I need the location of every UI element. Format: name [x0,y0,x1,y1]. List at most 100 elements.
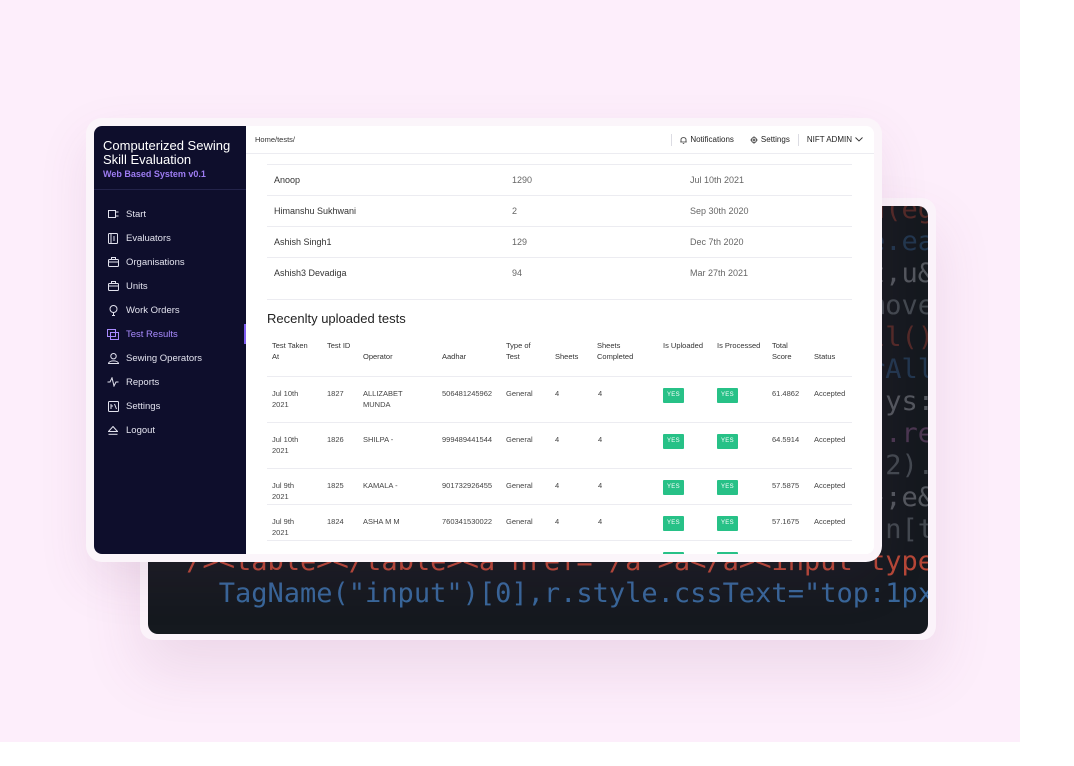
start-icon [107,208,119,220]
sidebar-item-label: Test Results [126,328,178,340]
test-results-icon [107,328,119,340]
sidebar-item-settings[interactable]: Settings [94,394,246,418]
column-header[interactable]: Is Processed [717,340,761,351]
cell-id: 1823 [327,552,344,554]
cell-type: General [506,552,533,554]
cell-status: Accepted [814,552,845,554]
cell-operator: SHILPA - [363,435,394,444]
sidebar-item-reports[interactable]: Reports [94,370,246,394]
cell-completed: 4 [598,552,602,554]
status-badge: YES [717,388,738,403]
cell-processed: YES [717,388,738,403]
column-header[interactable]: Is Uploaded [663,340,705,351]
cell-completed: 4 [598,517,603,526]
sidebar: Computerized Sewing Skill Evaluation Web… [94,126,246,554]
cell-count: 129 [512,237,528,247]
code-line: TagName("input")[0],r.style.cssText="top… [218,578,928,609]
settings-icon [107,400,119,412]
cell-count: 1290 [512,175,533,185]
table-row[interactable]: Jul 10th 2021 1826 SHILPA - 999489441544 Gen… [267,422,852,469]
user-name: NIFT ADMIN [806,135,852,144]
sidebar-item-test-results[interactable]: Test Results [94,322,246,346]
sidebar-item-label: Sewing Operators [126,352,203,364]
gear-icon [750,135,758,144]
cell-type: General [506,389,533,398]
main-content: Anoop 1290 Jul 10th 2021 Himanshu Sukhwa… [246,154,874,554]
cell-date: Dec 7th 2020 [690,237,744,247]
brand-subtitle: Web Based System v0.1 [103,169,206,179]
cell-name: Ashish Singh1 [274,237,332,247]
cell-processed: YES [717,434,738,449]
cell-sheets: 4 [555,517,560,526]
cell-date: Jul 10th 2021 [272,389,299,409]
sidebar-item-work-orders[interactable]: Work Orders [94,298,246,322]
settings-button[interactable]: Settings [742,135,798,144]
column-header[interactable]: Sheets [555,351,578,362]
table-row[interactable]: Ashish3 Devadiga 94 Mar 27th 2021 [267,258,852,288]
sidebar-nav: Start Evaluators Organisations Units Wor… [94,202,246,442]
sidebar-item-organisations[interactable]: Organisations [94,250,246,274]
cell-id: 1824 [327,517,344,526]
sidebar-item-units[interactable]: Units [94,274,246,298]
cell-sheets: 4 [555,435,560,444]
cell-processed: YES [717,480,738,495]
cell-type: General [506,435,533,444]
user-menu[interactable]: NIFT ADMIN [799,135,874,144]
cell-count: 2 [512,206,518,216]
column-header[interactable]: Type of Test [506,340,546,362]
cell-sheets: 4 [555,481,560,490]
sidebar-item-sewing-operators[interactable]: Sewing Operators [94,346,246,370]
column-header[interactable]: Test ID [327,340,353,351]
column-header[interactable]: Aadhar [442,351,466,362]
notifications-button[interactable]: Notifications [672,135,742,144]
table-row[interactable]: Anoop 1290 Jul 10th 2021 [267,165,852,196]
table-row[interactable]: Jul 10th 2021 1827 ALLIZABET MUNDA 50648124… [267,376,852,423]
cell-type: General [506,517,533,526]
column-header[interactable]: Operator [363,351,393,362]
cell-id: 1825 [327,481,344,490]
column-header[interactable]: Total Score [772,340,800,362]
cell-date: Jul 9th 2021 [272,481,295,501]
cell-completed: 4 [598,389,603,398]
sidebar-divider [94,189,246,190]
brand: Computerized Sewing Skill Evaluation Web… [94,126,246,180]
cell-score: 59.3875 [772,552,799,554]
cell-status: Accepted [814,481,846,490]
table-row[interactable]: Himanshu Sukhwani 2 Sep 30th 2020 [267,196,852,227]
work-orders-icon [107,304,119,316]
sidebar-item-start[interactable]: Start [94,202,246,226]
sidebar-item-label: Units [126,280,148,292]
table-row[interactable]: Jul 9th 2021 1823 SALINOSHKUMAR 38324656048… [267,540,852,554]
settings-label: Settings [760,135,790,144]
breadcrumb[interactable]: Home/tests/ [255,135,671,144]
sidebar-item-label: Organisations [126,256,185,268]
cell-aadhar: 506481245962 [442,389,493,398]
cell-date: Sep 30th 2020 [690,206,749,216]
cell-processed: YES [717,552,738,554]
cell-uploaded: YES [663,516,684,531]
cell-uploaded: YES [663,480,684,495]
column-header[interactable]: Test Taken At [272,340,312,362]
cell-id: 1826 [327,435,344,444]
app-window: Computerized Sewing Skill Evaluation Web… [94,126,874,554]
cell-sheets: 4 [555,552,559,554]
cell-name: Anoop [274,175,301,185]
cell-id: 1827 [327,389,344,398]
column-header[interactable]: Sheets Completed [597,340,645,362]
status-badge: YES [663,516,684,531]
status-badge: YES [717,434,738,449]
table-row[interactable]: Jul 9th 2021 1824 ASHA M M 760341530022 Gene… [267,504,852,541]
sidebar-item-evaluators[interactable]: Evaluators [94,226,246,250]
cell-uploaded: YES [663,552,684,554]
cell-date: Jul 9th 2021 [272,517,295,537]
sidebar-item-logout[interactable]: Logout [94,418,246,442]
cell-status: Accepted [814,389,846,398]
table-row[interactable]: Jul 9th 2021 1825 KAMALA - 901732926455 Gene… [267,468,852,505]
sidebar-item-label: Reports [126,376,160,388]
cell-score: 61.4862 [772,389,800,398]
cell-uploaded: YES [663,434,684,449]
table-row[interactable]: Ashish Singh1 129 Dec 7th 2020 [267,227,852,258]
cell-aadhar: 383246560487 [442,552,492,554]
cell-date: Jul 10th 2021 [690,175,745,185]
column-header[interactable]: Status [814,351,835,362]
